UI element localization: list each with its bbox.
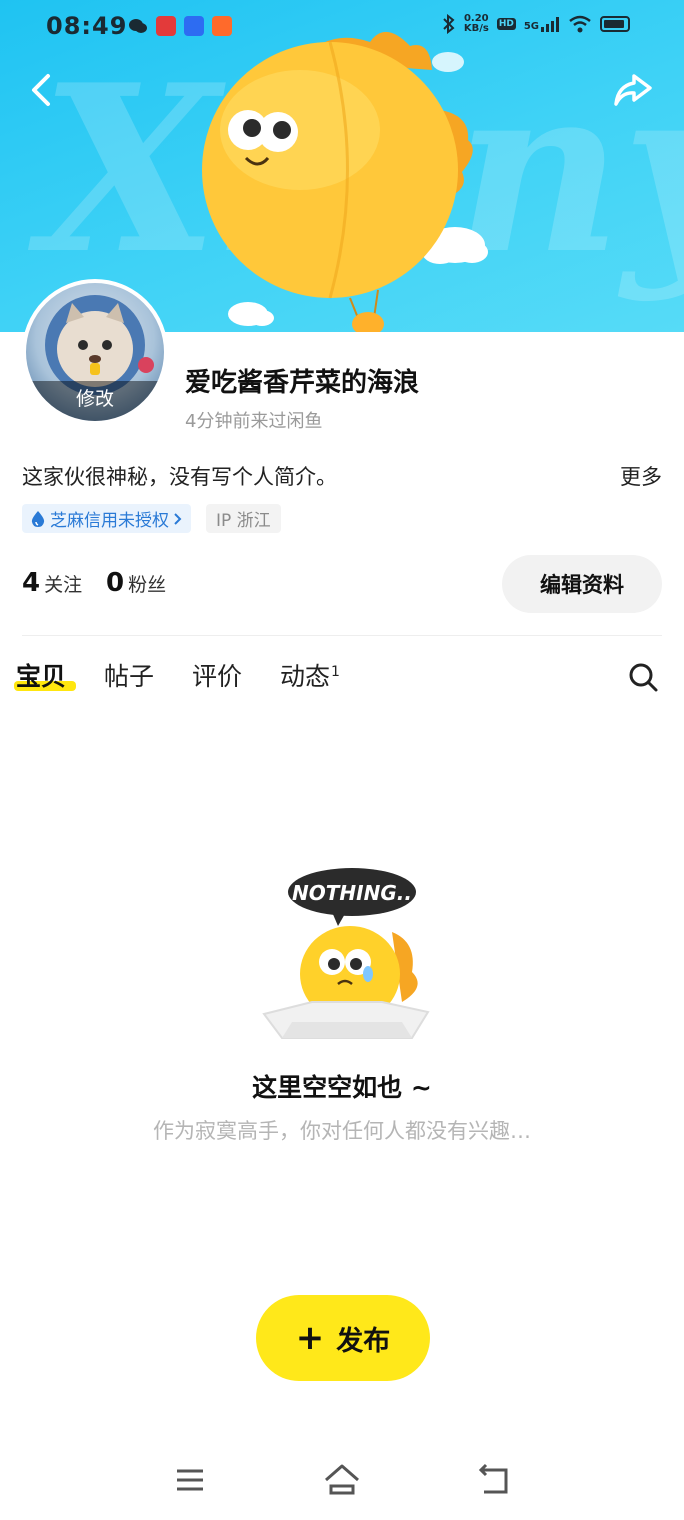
avatar-edit-label[interactable]: 修改 <box>26 381 164 421</box>
publish-button[interactable]: + 发布 <box>256 1295 430 1381</box>
plus-icon: + <box>295 1318 325 1358</box>
credit-badge[interactable]: 芝麻信用未授权 <box>22 504 191 533</box>
ip-location-badge: IP 浙江 <box>206 504 281 533</box>
tab-reviews[interactable]: 评价 <box>192 657 242 693</box>
tab-posts[interactable]: 帖子 <box>104 657 154 693</box>
following-label: 关注 <box>44 574 83 596</box>
net-speed-unit: KB/s <box>463 23 489 34</box>
following-count: 4 <box>22 568 41 598</box>
last-seen-text: 4分钟前来过闲鱼 <box>185 411 323 432</box>
status-indicators: 0.20 KB/s HD 5G <box>442 14 630 34</box>
app-notification-icon <box>212 16 232 36</box>
followers-stat[interactable]: 0 粉丝 <box>106 568 166 598</box>
share-button[interactable] <box>612 70 654 110</box>
search-icon[interactable] <box>626 660 660 694</box>
publish-label: 发布 <box>336 1325 391 1357</box>
bluetooth-icon <box>443 14 455 34</box>
empty-state-illustration: NOTHING.. <box>262 868 430 1039</box>
app-notification-icon <box>156 16 176 36</box>
network-label: 5G <box>523 21 539 32</box>
hd-badge: HD <box>496 18 516 30</box>
back-nav-icon[interactable] <box>474 1460 514 1500</box>
bubble-text: NOTHING.. <box>292 881 412 905</box>
tab-activity-count: 1 <box>331 663 340 680</box>
status-bar: 08:49 0.20 KB/s HD 5G <box>0 0 684 56</box>
menu-icon[interactable] <box>170 1460 210 1500</box>
more-link[interactable]: 更多 <box>620 461 662 491</box>
empty-state-title: 这里空空如也 ~ <box>252 1073 432 1102</box>
followers-label: 粉丝 <box>128 574 167 596</box>
empty-state-subtitle: 作为寂寞高手，你对任何人都没有兴趣… <box>153 1119 531 1143</box>
tab-activity-label: 动态 <box>280 662 331 691</box>
net-speed: 0.20 KB/s <box>464 14 489 34</box>
wifi-icon <box>569 15 591 33</box>
bio-text: 这家伙很神秘，没有写个人简介。 <box>22 465 337 489</box>
divider <box>22 635 662 636</box>
battery-icon <box>600 16 630 32</box>
credit-badge-label: 芝麻信用未授权 <box>50 511 169 531</box>
followers-count: 0 <box>106 568 125 598</box>
notification-icons <box>128 16 232 36</box>
system-nav-bar <box>0 1440 684 1520</box>
home-icon[interactable] <box>322 1460 362 1500</box>
network-type: 5G <box>524 16 560 32</box>
edit-profile-button[interactable]: 编辑资料 <box>502 555 662 613</box>
signal-icon <box>541 17 559 32</box>
chevron-right-icon <box>174 512 182 525</box>
status-time: 08:49 <box>46 12 128 40</box>
baidu-icon <box>184 16 204 36</box>
tab-activity[interactable]: 动态1 <box>280 657 340 693</box>
nickname: 爱吃酱香芹菜的海浪 <box>185 368 420 398</box>
back-button[interactable] <box>24 70 64 110</box>
drop-icon <box>31 510 45 527</box>
wechat-icon <box>129 19 147 33</box>
following-stat[interactable]: 4 关注 <box>22 568 82 598</box>
tab-items[interactable]: 宝贝 <box>16 657 66 693</box>
avatar[interactable]: 修改 <box>22 279 168 425</box>
